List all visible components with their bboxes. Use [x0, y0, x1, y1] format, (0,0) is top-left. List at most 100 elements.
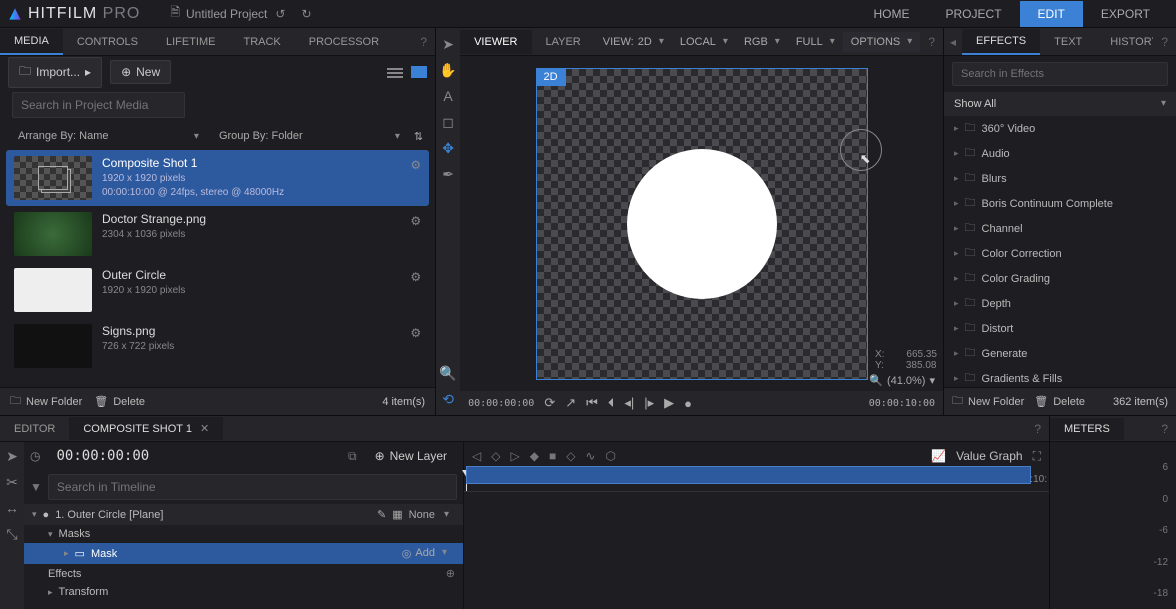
new-button[interactable]: ⊕New: [110, 60, 171, 84]
hand-tool-icon[interactable]: ✋: [440, 62, 456, 78]
prev-frame-icon[interactable]: ⏴: [608, 395, 615, 411]
loop-icon[interactable]: ⟳: [544, 395, 555, 411]
slice-tool-icon[interactable]: ✂: [4, 474, 20, 490]
snap-icon[interactable]: ⟲: [440, 391, 456, 407]
media-item[interactable]: Signs.png 726 x 722 pixels ⚙: [6, 318, 429, 374]
timeline-tracks[interactable]: ◁ ◇ ▷ ◆ ■ ◇ ∿ ⬡ 📈 Value Graph ⛶ 00:00:05…: [464, 442, 1049, 609]
gear-icon[interactable]: ⚙: [410, 158, 421, 172]
visibility-icon[interactable]: ●: [43, 509, 50, 521]
diamond2-icon[interactable]: ◇: [566, 449, 575, 463]
help-icon[interactable]: ?: [412, 35, 435, 49]
tab-effects[interactable]: EFFECTS: [962, 29, 1040, 55]
effect-category[interactable]: ▸🗀360° Video: [944, 116, 1176, 141]
tab-layer[interactable]: LAYER: [532, 30, 595, 54]
gear-icon[interactable]: ⚙: [410, 270, 421, 284]
pen-tool-icon[interactable]: ✒: [440, 166, 456, 182]
undo-button[interactable]: ↺: [267, 3, 293, 25]
kf-icon[interactable]: ◇: [491, 449, 500, 463]
slip-tool-icon[interactable]: ↔: [4, 500, 20, 516]
timeline-timecode[interactable]: 00:00:00:00: [48, 448, 157, 464]
text-tool-icon[interactable]: A: [440, 88, 456, 104]
tab-meters[interactable]: METERS: [1050, 418, 1124, 440]
out-icon[interactable]: ↗: [565, 395, 576, 411]
viewport-badge[interactable]: 2D: [536, 68, 566, 86]
curve-icon[interactable]: ∿: [585, 449, 595, 463]
effect-category[interactable]: ▸🗀Depth: [944, 291, 1176, 316]
select-tool-icon[interactable]: ➤: [440, 36, 456, 52]
effects-group[interactable]: Effects⊕: [24, 564, 463, 583]
group-by-dropdown[interactable]: Group By: Folder: [213, 128, 406, 144]
tab-processor[interactable]: PROCESSOR: [295, 30, 393, 54]
skip-start-icon[interactable]: ⏮: [586, 395, 598, 411]
square-icon[interactable]: ■: [549, 449, 556, 463]
options-dropdown[interactable]: OPTIONS: [843, 32, 921, 52]
new-folder-button[interactable]: 🗀New Folder: [10, 392, 82, 411]
effect-category[interactable]: ▸🗀Gradients & Fills: [944, 366, 1176, 387]
value-graph-button[interactable]: Value Graph: [956, 449, 1023, 463]
add-effect-icon[interactable]: ⊕: [446, 567, 455, 580]
redo-button[interactable]: ↻: [293, 3, 319, 25]
effect-category[interactable]: ▸🗀Generate: [944, 341, 1176, 366]
media-item[interactable]: Composite Shot 1 1920 x 1920 pixels 00:0…: [6, 150, 429, 206]
tab-viewer[interactable]: VIEWER: [460, 30, 531, 54]
tab-controls[interactable]: CONTROLS: [63, 30, 152, 54]
expand-icon[interactable]: ⛶: [1033, 449, 1041, 464]
transform-group[interactable]: ▸Transform: [24, 583, 463, 601]
play-icon[interactable]: ▶: [664, 395, 674, 411]
help-icon[interactable]: ?: [920, 35, 943, 49]
select-tool-icon[interactable]: ➤: [4, 448, 20, 464]
nav-export[interactable]: EXPORT: [1083, 1, 1168, 27]
help-icon[interactable]: ?: [1153, 35, 1176, 49]
add-mask-dropdown[interactable]: ◎Add: [394, 546, 455, 561]
clock-icon[interactable]: ◷: [30, 449, 40, 463]
new-folder-button[interactable]: 🗀New Folder: [952, 392, 1024, 411]
list-view-icon[interactable]: [387, 66, 403, 78]
record-icon[interactable]: ●: [684, 396, 692, 411]
delete-button[interactable]: 🗑Delete: [94, 395, 145, 408]
step-fwd-icon[interactable]: |▸: [644, 395, 654, 411]
mask-row[interactable]: ▸▭Mask ◎Add: [24, 543, 463, 564]
tab-lifetime[interactable]: LIFETIME: [152, 30, 230, 54]
effect-category[interactable]: ▸🗀Audio: [944, 141, 1176, 166]
move-tool-icon[interactable]: ✥: [440, 140, 456, 156]
space-dropdown[interactable]: LOCAL: [672, 32, 736, 52]
filter-icon[interactable]: ▼: [30, 480, 42, 494]
effects-search-input[interactable]: [952, 62, 1168, 86]
tab-editor[interactable]: EDITOR: [0, 418, 69, 440]
step-back-icon[interactable]: ◂|: [624, 395, 634, 411]
target-icon[interactable]: ◎: [402, 547, 412, 560]
close-icon[interactable]: ✕: [200, 422, 209, 435]
channel-dropdown[interactable]: RGB: [736, 32, 788, 52]
show-all-dropdown[interactable]: Show All: [944, 92, 1176, 116]
rate-tool-icon[interactable]: ⤡: [4, 526, 20, 542]
next-kf-icon[interactable]: ▷: [510, 449, 519, 463]
help-icon[interactable]: ?: [1153, 422, 1176, 436]
zoom-level[interactable]: 🔍(41.0%)▾: [869, 374, 935, 387]
layer-row[interactable]: ▾● 1. Outer Circle [Plane] ✎▦None: [24, 504, 463, 525]
delete-button[interactable]: 🗑Delete: [1034, 395, 1085, 408]
timecode-start[interactable]: 00:00:00:00: [468, 398, 534, 409]
nav-edit[interactable]: EDIT: [1020, 1, 1083, 27]
masks-group[interactable]: ▾Masks: [24, 525, 463, 543]
effect-category[interactable]: ▸🗀Boris Continuum Complete: [944, 191, 1176, 216]
blend-mode-dropdown[interactable]: ✎▦None: [371, 507, 455, 522]
tab-media[interactable]: MEDIA: [0, 29, 63, 55]
sort-icon[interactable]: ⇅: [414, 130, 423, 143]
mask-tool-icon[interactable]: ◻: [440, 114, 456, 130]
import-button[interactable]: 🗀Import...▸: [8, 57, 102, 88]
effect-category[interactable]: ▸🗀Channel: [944, 216, 1176, 241]
grid-icon[interactable]: ▦: [392, 508, 402, 521]
prev-kf-icon[interactable]: ◁: [472, 449, 481, 463]
project-label[interactable]: 🗎 Untitled Project: [170, 3, 267, 24]
nav-home[interactable]: HOME: [856, 1, 928, 27]
graph-icon[interactable]: 📈: [931, 449, 946, 463]
zoom-tool-icon[interactable]: 🔍: [440, 365, 456, 381]
nav-project[interactable]: PROJECT: [928, 1, 1020, 27]
effect-category[interactable]: ▸🗀Distort: [944, 316, 1176, 341]
tab-composite[interactable]: COMPOSITE SHOT 1✕: [69, 417, 223, 440]
viewer-canvas[interactable]: 2D ⬉ X:665.35 Y:385.08 🔍(41.0%)▾: [460, 56, 943, 391]
timeline-search-input[interactable]: [48, 474, 457, 500]
diamond-icon[interactable]: ◆: [530, 449, 539, 463]
arrange-by-dropdown[interactable]: Arrange By: Name: [12, 128, 205, 144]
snap-icon[interactable]: ⧉: [348, 449, 357, 464]
